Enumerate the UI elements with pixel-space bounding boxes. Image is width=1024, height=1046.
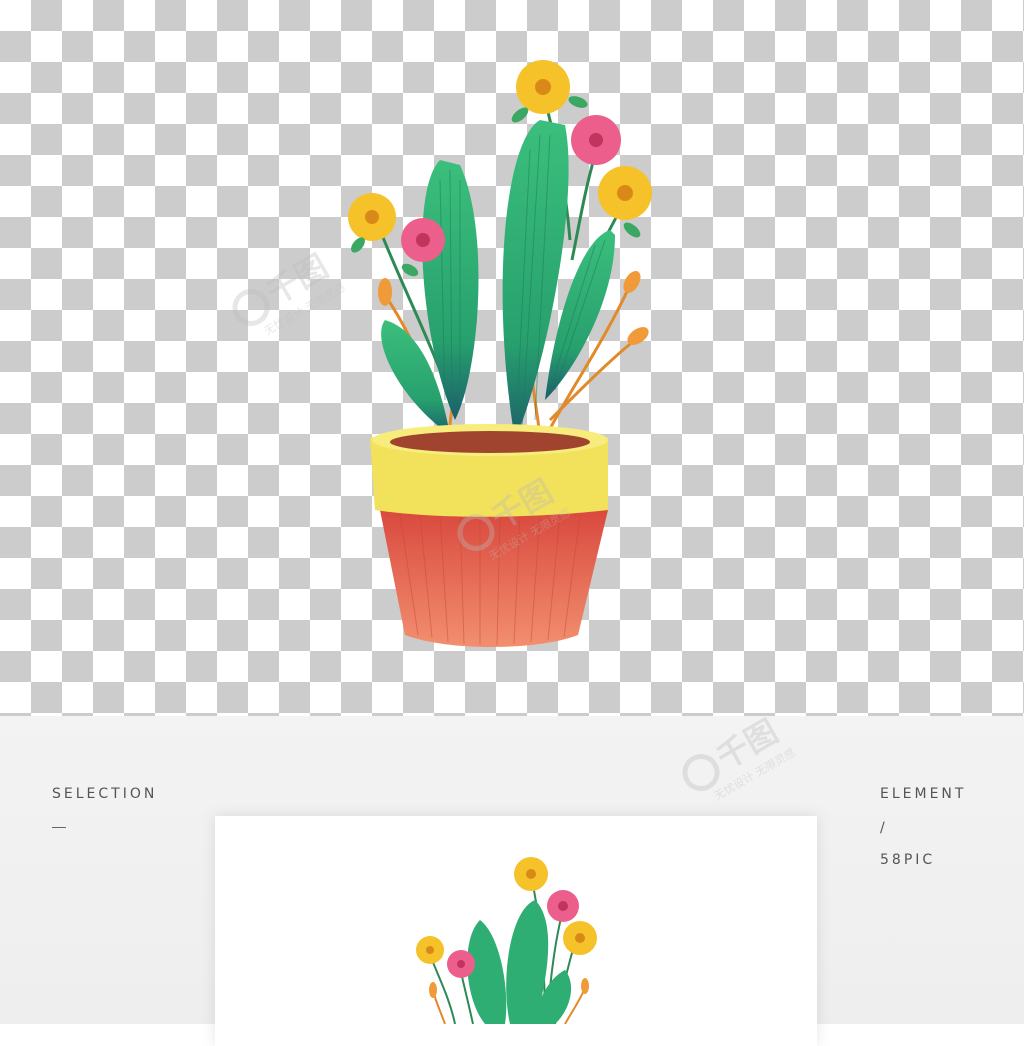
selection-label: SELECTION (52, 786, 158, 802)
element-sub-label: 58PIC (880, 852, 936, 868)
potted-cactus-illustration (348, 60, 652, 648)
element-slash: / (880, 820, 888, 836)
element-label: ELEMENT (880, 786, 967, 802)
preview-plant-illustration (416, 857, 597, 1024)
selection-dash (52, 827, 66, 828)
